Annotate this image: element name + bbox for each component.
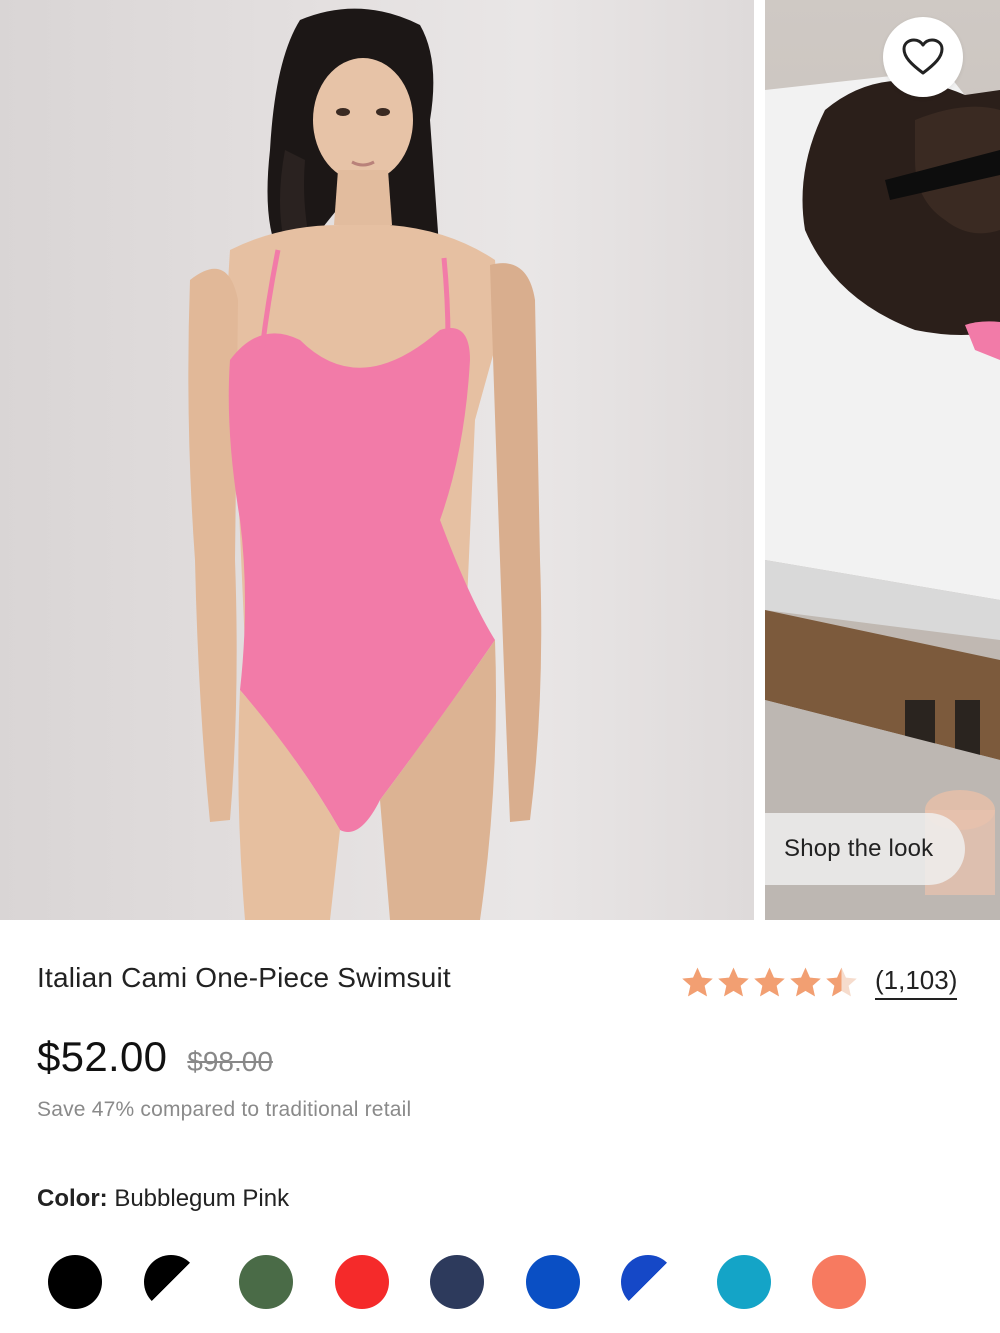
product-image-gallery[interactable]: Shop the look — [0, 0, 1000, 920]
color-swatch[interactable] — [526, 1255, 580, 1309]
color-swatch[interactable] — [144, 1255, 198, 1309]
color-swatch[interactable] — [335, 1255, 389, 1309]
savings-text: Save 47% compared to traditional retail — [37, 1098, 412, 1121]
color-swatch[interactable] — [717, 1255, 771, 1309]
star-rating — [680, 966, 859, 998]
product-photo-secondary[interactable] — [765, 0, 1000, 920]
review-count-link[interactable]: (1,103) — [875, 964, 958, 1000]
original-price: $98.00 — [187, 1046, 273, 1077]
star-icon — [826, 967, 857, 997]
model-photo-illustration — [188, 8, 542, 920]
product-page: Shop the look Italian Cami One-Piece Swi… — [0, 0, 1000, 1333]
star-icon — [718, 967, 749, 997]
product-title: Italian Cami One-Piece Swimsuit — [37, 962, 451, 993]
color-swatch[interactable] — [48, 1255, 102, 1309]
color-swatch[interactable] — [812, 1255, 866, 1309]
star-icon — [682, 967, 713, 997]
shop-the-look-button[interactable]: Shop the look — [765, 813, 965, 885]
color-swatch[interactable] — [430, 1255, 484, 1309]
heart-outline-icon — [902, 38, 944, 75]
lounging-photo-illustration — [765, 70, 1000, 920]
product-rating[interactable]: (1,103) — [680, 962, 958, 1002]
product-photo-main[interactable] — [0, 0, 754, 920]
price-row: $52.00 $98.00 — [37, 1033, 273, 1081]
favorite-button[interactable] — [883, 17, 963, 97]
current-price: $52.00 — [37, 1033, 168, 1080]
star-icon — [754, 967, 785, 997]
star-icon — [790, 967, 821, 997]
color-swatch[interactable] — [239, 1255, 293, 1309]
selected-color-name: Bubblegum Pink — [114, 1185, 290, 1212]
color-label: Color: — [37, 1185, 108, 1212]
color-swatch[interactable] — [621, 1255, 675, 1309]
color-selection-label: Color: Bubblegum Pink — [37, 1185, 289, 1213]
